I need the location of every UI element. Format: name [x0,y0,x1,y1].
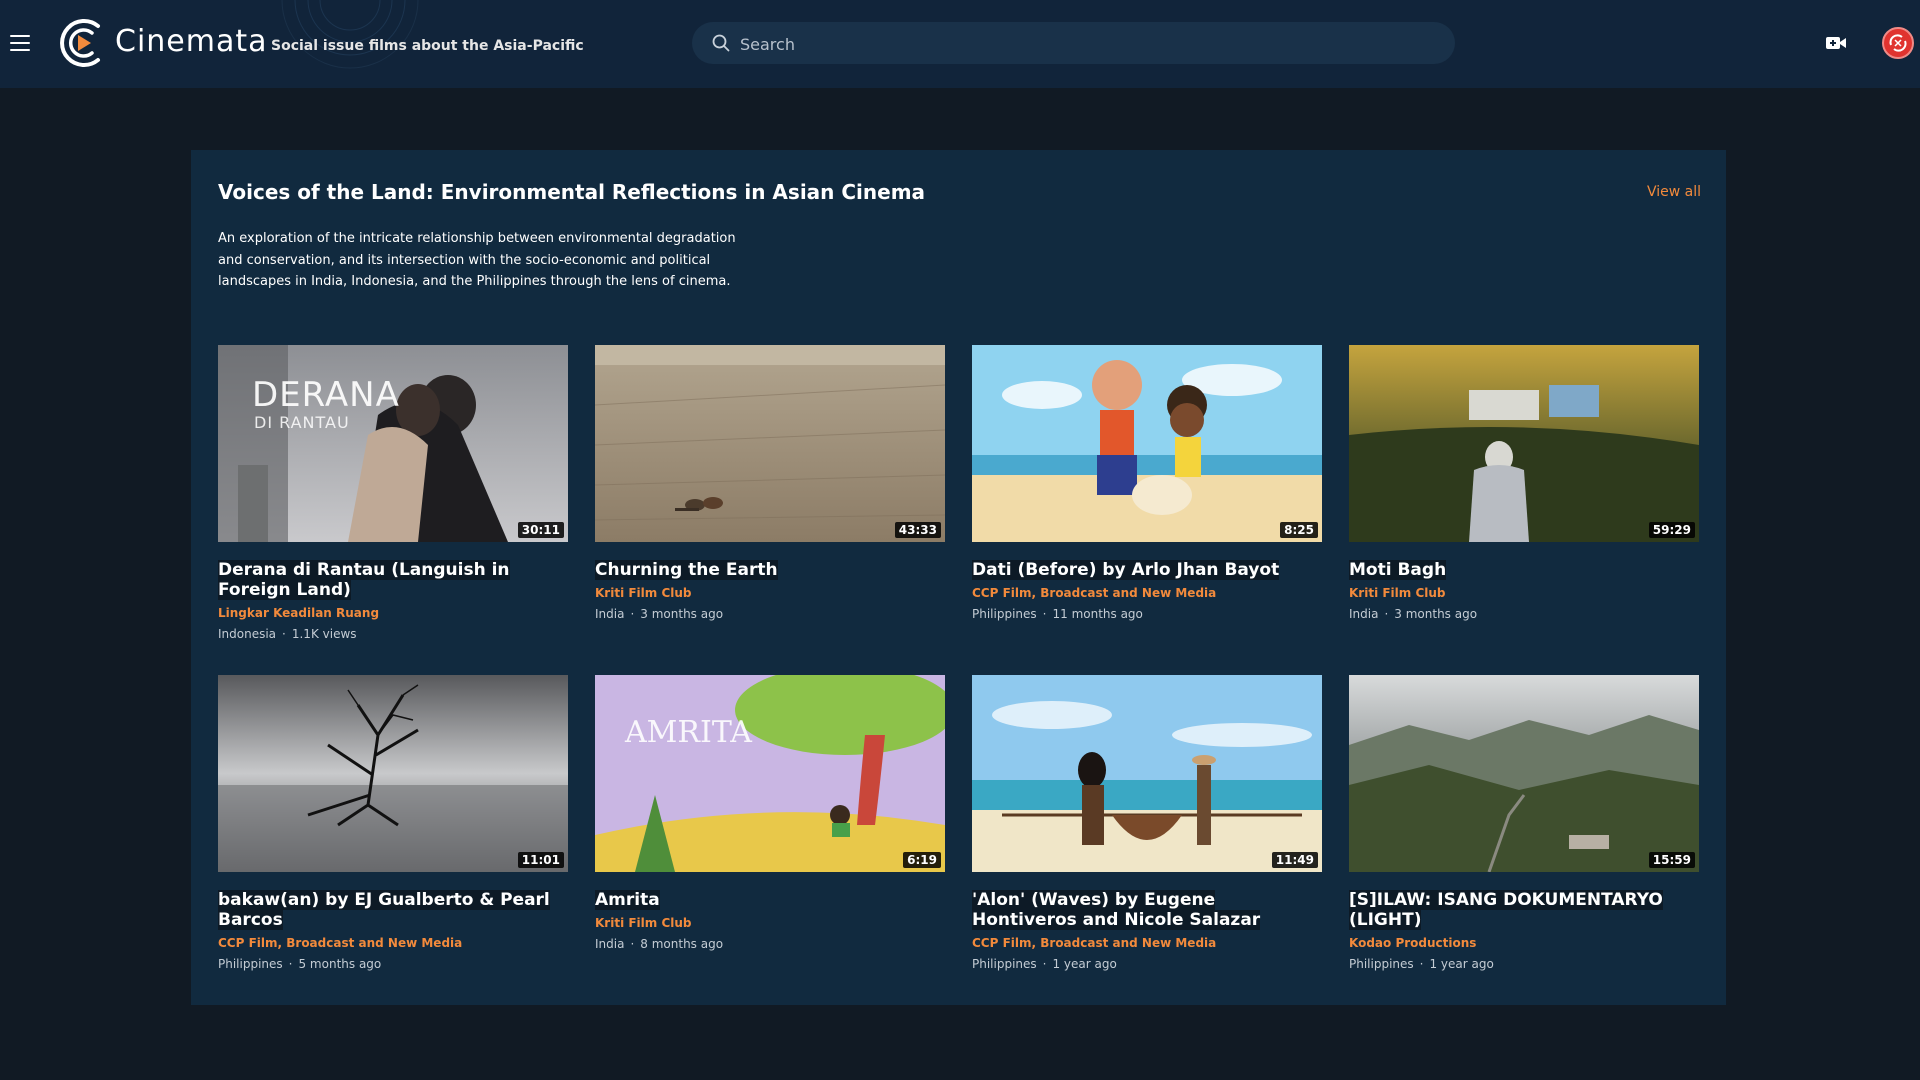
playlist-description: An exploration of the intricate relation… [218,231,736,289]
video-meta: Philippines · 1 year ago [972,957,1117,971]
video-thumbnail[interactable]: 15:59 [1349,675,1699,872]
video-country: Philippines [218,957,283,971]
video-meta: India · 3 months ago [1349,607,1478,621]
upload-video-icon[interactable] [1825,33,1847,53]
video-card[interactable]: 11:01 bakaw(an) by EJ Gualberto & Pearl … [218,675,568,971]
thumbnail-image [595,345,945,542]
thumbnail-image [595,675,945,872]
video-title[interactable]: Dati (Before) by Arlo Jhan Bayot [972,560,1280,580]
avatar-logo-icon [1889,34,1907,52]
video-thumbnail[interactable]: 11:49 [972,675,1322,872]
video-meta: Philippines · 1 year ago [1349,957,1494,971]
video-country: Philippines [972,957,1037,971]
video-author[interactable]: Kriti Film Club [595,586,945,600]
duration-badge: 8:25 [1280,522,1318,538]
video-meta: Indonesia · 1.1K views [218,627,357,641]
video-thumbnail[interactable]: AMRITA 6:19 [595,675,945,872]
thumbnail-image [1349,345,1699,542]
hamburger-menu-icon[interactable] [10,30,34,56]
thumbnail-image [972,675,1322,872]
video-title[interactable]: [S]ILAW: ISANG DOKUMENTARYO (LIGHT) [1349,890,1663,930]
thumbnail-image [1349,675,1699,872]
video-title[interactable]: Moti Bagh [1349,560,1447,580]
video-info: 5 months ago [298,957,382,971]
video-meta: India · 8 months ago [595,937,724,951]
video-thumbnail[interactable]: 59:29 [1349,345,1699,542]
playlist-title[interactable]: Voices of the Land: Environmental Reflec… [218,180,925,204]
video-card[interactable]: DERANA DI RANTAU 30:11 Derana di Rantau … [218,345,568,641]
search-bar[interactable] [692,22,1455,64]
search-input[interactable] [738,30,1422,58]
video-info: 1.1K views [291,627,357,641]
search-icon[interactable] [712,34,730,52]
duration-badge: 15:59 [1648,852,1695,868]
playlist-section: Voices of the Land: Environmental Reflec… [191,150,1726,1005]
duration-badge: 43:33 [894,522,941,538]
video-info: 3 months ago [1394,607,1478,621]
video-card[interactable]: 15:59 [S]ILAW: ISANG DOKUMENTARYO (LIGHT… [1349,675,1699,971]
video-thumbnail[interactable]: 43:33 [595,345,945,542]
video-author[interactable]: Kriti Film Club [595,916,945,930]
video-country: India [1349,607,1379,621]
video-thumbnail[interactable]: 8:25 [972,345,1322,542]
video-card[interactable]: 11:49 'Alon' (Waves) by Eugene Hontivero… [972,675,1322,971]
video-card[interactable]: AMRITA 6:19 Amrita Kriti Film Club India… [595,675,945,951]
thumbnail-image [972,345,1322,542]
thumbnail-title-text: AMRITA [625,715,752,750]
video-thumbnail[interactable]: 11:01 [218,675,568,872]
video-country: Indonesia [218,627,277,641]
video-author[interactable]: CCP Film, Broadcast and New Media [972,586,1322,600]
video-author[interactable]: Kriti Film Club [1349,586,1699,600]
video-author[interactable]: Lingkar Keadilan Ruang [218,606,568,620]
video-info: 1 year ago [1429,957,1494,971]
video-title[interactable]: Churning the Earth [595,560,778,580]
top-bar: Cinemata Social issue films about the As… [0,0,1920,88]
video-title[interactable]: bakaw(an) by EJ Gualberto & Pearl Barcos [218,890,550,930]
video-country: India [595,607,625,621]
video-card[interactable]: 8:25 Dati (Before) by Arlo Jhan Bayot CC… [972,345,1322,621]
video-info: 1 year ago [1052,957,1117,971]
duration-badge: 6:19 [903,852,941,868]
video-country: Philippines [1349,957,1414,971]
video-country: India [595,937,625,951]
video-title[interactable]: Derana di Rantau (Languish in Foreign La… [218,560,510,600]
video-thumbnail[interactable]: DERANA DI RANTAU 30:11 [218,345,568,542]
cinemata-logo-icon[interactable] [58,16,106,70]
video-title[interactable]: 'Alon' (Waves) by Eugene Hontiveros and … [972,890,1261,930]
video-meta: Philippines · 5 months ago [218,957,382,971]
video-meta: India · 3 months ago [595,607,724,621]
duration-badge: 11:01 [517,852,564,868]
brand-name[interactable]: Cinemata [115,24,268,59]
video-info: 3 months ago [640,607,724,621]
video-card[interactable]: 43:33 Churning the Earth Kriti Film Club… [595,345,945,621]
video-info: 11 months ago [1052,607,1143,621]
video-title[interactable]: Amrita [595,890,660,910]
thumbnail-subtitle-text: DI RANTAU [254,413,350,432]
video-card[interactable]: 59:29 Moti Bagh Kriti Film Club India · 3 … [1349,345,1699,621]
video-author[interactable]: CCP Film, Broadcast and New Media [972,936,1322,950]
video-country: Philippines [972,607,1037,621]
duration-badge: 30:11 [517,522,564,538]
video-author[interactable]: CCP Film, Broadcast and New Media [218,936,568,950]
site-tagline: Social issue films about the Asia-Pacifi… [271,38,584,54]
duration-badge: 59:29 [1648,522,1695,538]
duration-badge: 11:49 [1271,852,1318,868]
video-info: 8 months ago [640,937,724,951]
view-all-link[interactable]: View all [1647,184,1701,200]
thumbnail-title-text: DERANA [252,375,400,415]
video-author[interactable]: Kodao Productions [1349,936,1699,950]
user-avatar[interactable] [1882,27,1914,59]
thumbnail-image [218,675,568,872]
video-meta: Philippines · 11 months ago [972,607,1143,621]
